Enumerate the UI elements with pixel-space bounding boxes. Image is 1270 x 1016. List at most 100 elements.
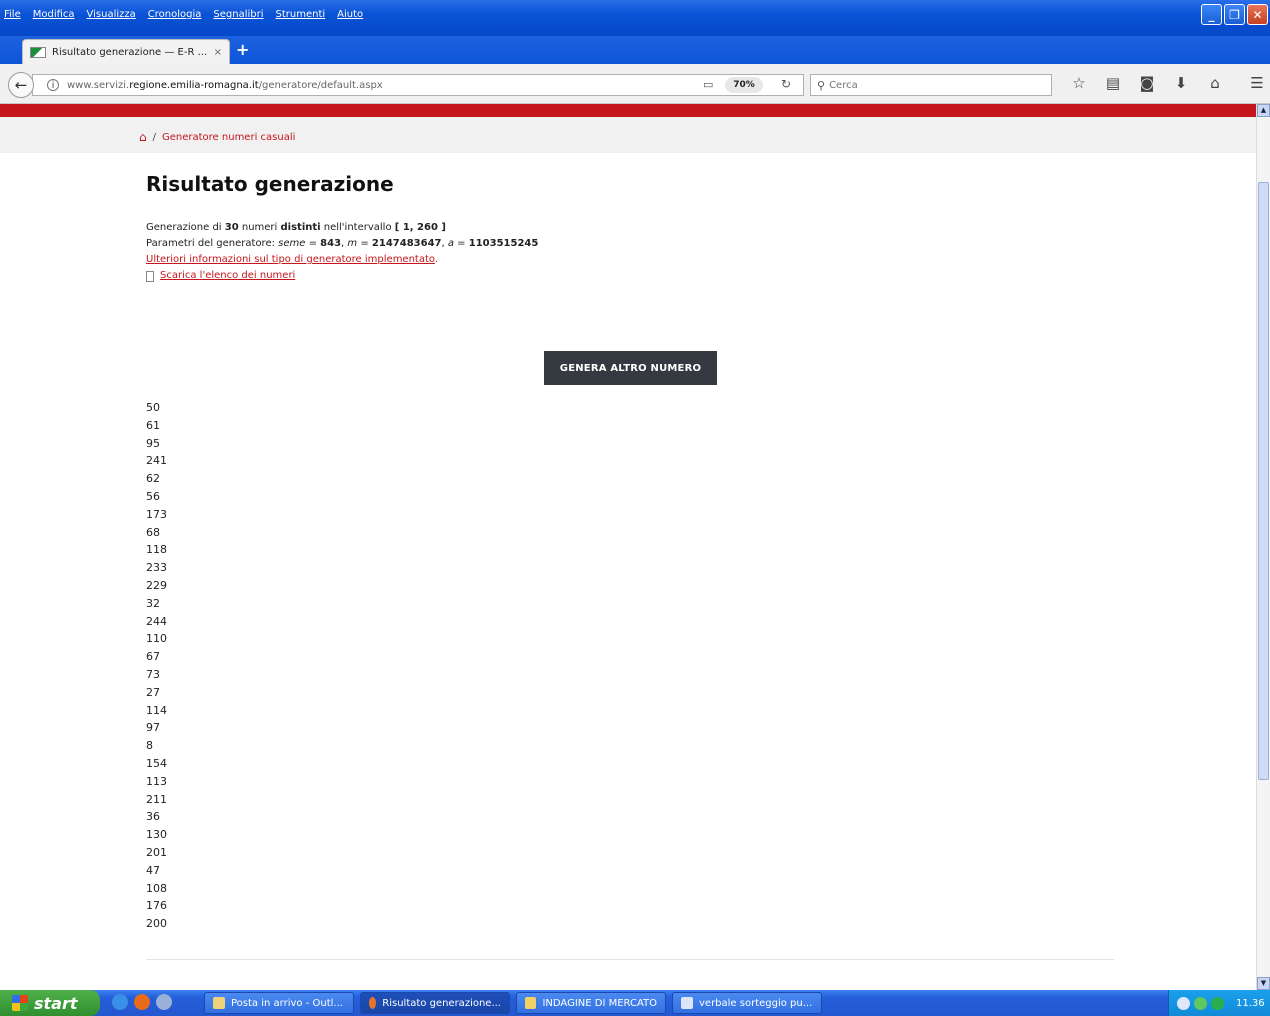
scroll-up-icon[interactable]: ▲ bbox=[1257, 104, 1270, 117]
restore-button[interactable]: ❐ bbox=[1224, 4, 1245, 25]
taskbar-item-label: Risultato generazione... bbox=[382, 997, 501, 1009]
menu-bar: File Modifica Visualizza Cronologia Segn… bbox=[4, 9, 375, 20]
url-text: www.servizi.regione.emilia-romagna.it/ge… bbox=[67, 80, 383, 91]
firefox-icon bbox=[369, 997, 377, 1009]
downloads-icon[interactable]: ⬇ bbox=[1164, 74, 1198, 92]
list-item: 108 bbox=[146, 881, 167, 895]
screen: File Modifica Visualizza Cronologia Segn… bbox=[0, 0, 1270, 1016]
list-item: 62 bbox=[146, 472, 160, 486]
emilia-romagna-flag-icon bbox=[30, 46, 46, 58]
menu-aiuto[interactable]: Aiuto bbox=[337, 9, 363, 20]
generator-info-link[interactable]: Ulteriori informazioni sul tipo di gener… bbox=[146, 254, 435, 265]
scrollbar-thumb[interactable] bbox=[1258, 182, 1269, 780]
seed-value: 843 bbox=[320, 238, 342, 249]
list-item: 110 bbox=[146, 632, 167, 646]
list-item: 8 bbox=[146, 739, 153, 753]
download-line: Scarica l'elenco dei numeri bbox=[146, 268, 1146, 284]
taskbar-item-word[interactable]: verbale sorteggio pu... bbox=[672, 992, 822, 1014]
number-list: 50 61 95 241 62 56 173 68 118 233 229 32… bbox=[146, 399, 167, 933]
url-domain: regione.emilia-romagna.it bbox=[129, 79, 259, 91]
params-label: Parametri del generatore: bbox=[146, 238, 279, 249]
list-item: 67 bbox=[146, 650, 160, 664]
breadcrumb: ⌂ / Generatore numeri casuali bbox=[0, 117, 1256, 153]
taskbar-item-outlook[interactable]: Posta in arrivo - Outl... bbox=[204, 992, 354, 1014]
list-item: 154 bbox=[146, 756, 167, 770]
pocket-icon[interactable]: ◙ bbox=[1130, 74, 1164, 92]
start-button[interactable]: start bbox=[0, 990, 100, 1016]
minimize-button[interactable]: _ bbox=[1201, 4, 1222, 25]
bookmark-star-icon[interactable]: ☆ bbox=[1062, 74, 1096, 92]
zoom-level[interactable]: 70% bbox=[725, 77, 763, 93]
list-item: 233 bbox=[146, 561, 167, 575]
m-label: m bbox=[347, 238, 358, 249]
url-prefix: www.servizi. bbox=[67, 79, 130, 91]
tray-expand-icon[interactable] bbox=[1177, 996, 1190, 1010]
navigation-toolbar: i www.servizi.regione.emilia-romagna.it/… bbox=[0, 64, 1270, 104]
list-item: 61 bbox=[146, 418, 160, 432]
taskbar-item-firefox[interactable]: Risultato generazione... bbox=[360, 992, 510, 1014]
list-item: 118 bbox=[146, 543, 167, 557]
url-bar[interactable]: i www.servizi.regione.emilia-romagna.it/… bbox=[32, 74, 804, 96]
back-button[interactable]: ← bbox=[8, 72, 34, 98]
eq-3: = bbox=[454, 238, 469, 249]
search-icon: ⚲ bbox=[817, 78, 826, 92]
browser-icon[interactable] bbox=[156, 994, 172, 1010]
toolbar-icons: ☆ ▤ ◙ ⬇ ⌂ ☰ bbox=[1062, 74, 1270, 92]
windows-logo-icon bbox=[12, 995, 28, 1011]
outlook-icon bbox=[213, 997, 225, 1009]
home-icon[interactable]: ⌂ bbox=[139, 130, 147, 144]
summary-text-3: nell'intervallo bbox=[320, 222, 395, 233]
distinct-label: distinti bbox=[280, 222, 321, 233]
download-numbers-link[interactable]: Scarica l'elenco dei numeri bbox=[160, 268, 295, 284]
summary-text-2: numeri bbox=[238, 222, 281, 233]
bookmarks-library-icon[interactable]: ▤ bbox=[1096, 74, 1130, 92]
menu-file[interactable]: File bbox=[4, 9, 21, 20]
breadcrumb-trail: ⌂ / Generatore numeri casuali bbox=[139, 130, 295, 144]
menu-segnalibri[interactable]: Segnalibri bbox=[213, 9, 263, 20]
generate-another-button[interactable]: GENERA ALTRO NUMERO bbox=[544, 351, 717, 385]
system-tray: 11.36 bbox=[1168, 990, 1270, 1016]
word-document-icon bbox=[681, 997, 693, 1009]
home-icon[interactable]: ⌂ bbox=[1198, 74, 1232, 92]
close-tab-icon[interactable]: × bbox=[214, 47, 222, 58]
site-info-icon[interactable]: i bbox=[47, 79, 59, 91]
menu-cronologia[interactable]: Cronologia bbox=[148, 9, 202, 20]
taskbar-items: Posta in arrivo - Outl... Risultato gene… bbox=[204, 992, 822, 1014]
a-value: 1103515245 bbox=[468, 238, 539, 249]
eq-2: = bbox=[357, 238, 372, 249]
list-item: 27 bbox=[146, 685, 160, 699]
hamburger-menu-icon[interactable]: ☰ bbox=[1240, 74, 1270, 92]
tab-risultato-generazione[interactable]: Risultato generazione — E-R ... × bbox=[22, 39, 230, 64]
firefox-icon[interactable] bbox=[134, 994, 150, 1010]
search-input[interactable] bbox=[829, 79, 1030, 91]
summary-text-1: Generazione di bbox=[146, 222, 225, 233]
list-item: 200 bbox=[146, 917, 167, 931]
menu-visualizza[interactable]: Visualizza bbox=[87, 9, 136, 20]
list-item: 68 bbox=[146, 525, 160, 539]
back-arrow-icon: ← bbox=[14, 76, 28, 94]
reader-view-icon[interactable]: ▭ bbox=[703, 78, 713, 91]
breadcrumb-link[interactable]: Generatore numeri casuali bbox=[162, 132, 295, 143]
list-item: 113 bbox=[146, 774, 167, 788]
folder-icon bbox=[525, 997, 537, 1009]
window-controls: _ ❐ ✕ bbox=[1201, 4, 1268, 25]
reload-icon[interactable]: ↻ bbox=[781, 77, 791, 91]
quick-launch bbox=[112, 994, 172, 1010]
page-title: Risultato generazione bbox=[146, 172, 394, 196]
info-period: . bbox=[434, 254, 439, 265]
scroll-down-icon[interactable]: ▼ bbox=[1257, 977, 1270, 990]
vertical-scrollbar[interactable]: ▲ ▼ bbox=[1256, 104, 1270, 990]
antivirus-icon[interactable] bbox=[1211, 996, 1224, 1010]
menu-modifica[interactable]: Modifica bbox=[33, 9, 75, 20]
internet-explorer-icon[interactable] bbox=[112, 994, 128, 1010]
list-item: 229 bbox=[146, 578, 167, 592]
menu-strumenti[interactable]: Strumenti bbox=[276, 9, 326, 20]
taskbar-item-label: INDAGINE DI MERCATO bbox=[542, 997, 657, 1009]
close-window-button[interactable]: ✕ bbox=[1247, 4, 1268, 25]
tab-title: Risultato generazione — E-R ... bbox=[52, 46, 208, 58]
generation-summary: Generazione di 30 numeri distinti nell'i… bbox=[146, 220, 1146, 236]
search-box[interactable]: ⚲ bbox=[810, 74, 1052, 96]
taskbar-item-folder[interactable]: INDAGINE DI MERCATO bbox=[516, 992, 666, 1014]
new-tab-icon[interactable]: + bbox=[236, 40, 249, 59]
network-icon[interactable] bbox=[1194, 996, 1207, 1010]
